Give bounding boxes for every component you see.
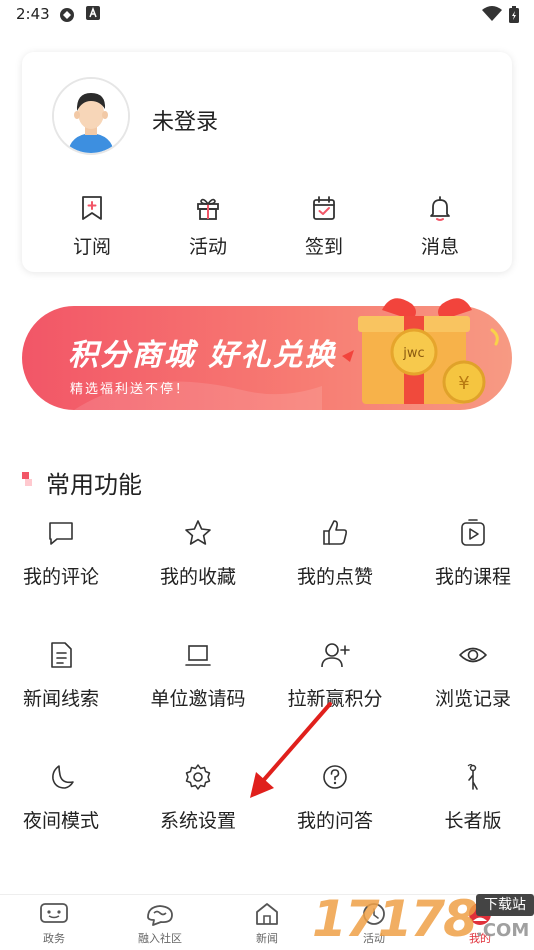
add-user-icon: [321, 643, 350, 668]
gear-icon: [185, 764, 211, 790]
gift-logo-text: jwc: [402, 346, 424, 361]
calendar-check-icon: [313, 196, 335, 220]
function-browse-history[interactable]: 浏览记录: [408, 640, 534, 740]
gov-icon: [40, 903, 68, 923]
function-night-mode[interactable]: 夜间模式: [0, 762, 126, 862]
tab-label: 融入社区: [138, 932, 182, 945]
function-label: 浏览记录: [434, 688, 511, 710]
tab-label: 政务: [43, 932, 65, 945]
tab-activity[interactable]: 活动: [324, 901, 424, 946]
quick-checkin[interactable]: 签到: [274, 194, 374, 264]
function-system-settings[interactable]: 系统设置: [133, 762, 263, 862]
bell-icon: [430, 196, 450, 221]
function-label: 我的评论: [22, 566, 99, 588]
section-marker-icon: [22, 472, 32, 486]
gift-icon: [197, 198, 219, 220]
home-icon: [256, 903, 278, 925]
app-a-icon: [86, 6, 100, 20]
function-news-tips[interactable]: 新闻线索: [0, 640, 126, 740]
tab-community[interactable]: 融入社区: [110, 901, 210, 946]
profile-card: 未登录 订阅 活动 签到 消息: [22, 52, 512, 272]
function-label: 我的课程: [434, 566, 511, 588]
banner-subtitle: 精选福利送不停！: [70, 382, 191, 397]
function-invite-earn-points[interactable]: 拉新赢积分: [270, 640, 400, 740]
document-icon: [51, 642, 72, 668]
status-time: 2:43: [16, 5, 50, 23]
quick-actions: 订阅 活动 签到 消息: [22, 194, 512, 264]
elder-mode-icon: [467, 764, 478, 790]
community-icon: [147, 905, 173, 926]
function-label: 系统设置: [159, 810, 236, 832]
banner-title: 积分商城 好礼兑换: [68, 338, 337, 373]
tab-news[interactable]: 新闻: [217, 901, 317, 946]
gift-box-illustration: jwc ¥: [342, 298, 499, 404]
thumbs-up-icon: [323, 520, 348, 545]
function-label: 单位邀请码: [150, 688, 246, 710]
section-title: 常用功能: [46, 471, 142, 499]
function-elder-mode[interactable]: 长者版: [408, 762, 534, 862]
tab-label: 活动: [363, 932, 385, 945]
question-icon: [323, 765, 347, 789]
sync-icon: [60, 8, 74, 22]
function-my-favorites[interactable]: 我的收藏: [133, 518, 263, 618]
quick-activity[interactable]: 活动: [158, 194, 258, 264]
tab-label: 我的: [469, 932, 491, 945]
function-my-likes[interactable]: 我的点赞: [270, 518, 400, 618]
course-play-icon: [461, 519, 485, 546]
quick-label: 签到: [304, 236, 343, 258]
function-label: 我的收藏: [159, 566, 236, 588]
battery-icon: [509, 6, 519, 23]
points-mall-banner[interactable]: 积分商城 好礼兑换 精选福利送不停！ jwc ¥: [22, 290, 512, 420]
function-label: 拉新赢积分: [287, 688, 383, 710]
eye-icon: [459, 647, 487, 663]
bottom-tab-bar: 政务 融入社区 新闻 活动 我的: [0, 894, 534, 950]
quick-label: 消息: [420, 236, 459, 258]
function-my-comments[interactable]: 我的评论: [0, 518, 126, 618]
avatar[interactable]: [52, 77, 130, 155]
quick-subscribe[interactable]: 订阅: [42, 194, 142, 264]
quick-label: 订阅: [72, 236, 111, 258]
profile-icon: [469, 903, 491, 925]
function-label: 长者版: [444, 810, 502, 832]
quick-messages[interactable]: 消息: [390, 194, 490, 264]
function-label: 我的问答: [296, 810, 373, 832]
tab-government[interactable]: 政务: [4, 901, 104, 946]
laptop-icon: [185, 645, 211, 666]
tab-profile[interactable]: 我的: [430, 901, 530, 946]
star-icon: [185, 520, 211, 545]
function-unit-invite-code[interactable]: 单位邀请码: [133, 640, 263, 740]
status-bar: 2:43: [0, 0, 534, 30]
tab-label: 新闻: [256, 932, 278, 945]
function-my-qa[interactable]: 我的问答: [270, 762, 400, 862]
moon-icon: [52, 765, 74, 789]
activity-icon: [363, 903, 385, 925]
function-label: 夜间模式: [22, 810, 99, 832]
function-label: 我的点赞: [296, 566, 373, 588]
quick-label: 活动: [188, 236, 227, 258]
function-my-courses[interactable]: 我的课程: [408, 518, 534, 618]
function-label: 新闻线索: [22, 688, 99, 710]
yen-icon: ¥: [458, 373, 469, 394]
wifi-icon: [482, 6, 502, 21]
login-prompt[interactable]: 未登录: [152, 104, 218, 136]
comment-icon: [49, 522, 73, 545]
avatar-person-icon: [54, 79, 128, 153]
bookmark-plus-icon: [82, 196, 102, 220]
